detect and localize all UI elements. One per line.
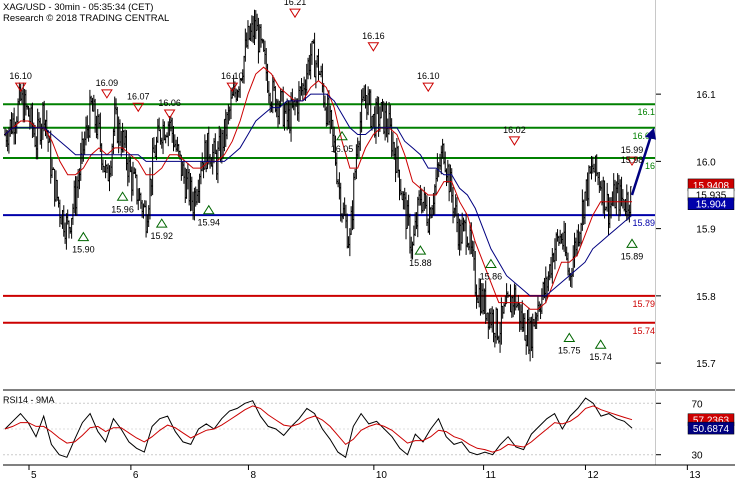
high-pivot-label: 16.16 <box>362 31 385 41</box>
low-pivot-label: 16.05 <box>331 144 354 154</box>
low-pivot-marker <box>336 130 348 141</box>
high-pivot-label: 16.10 <box>9 71 32 81</box>
y-tick-label: 15.7 <box>696 359 716 370</box>
y-tick-label: 16.0 <box>696 157 716 168</box>
price-badge-label: 15.904 <box>696 200 727 211</box>
low-pivot-marker <box>77 231 90 242</box>
level-label: 15.89 <box>632 218 655 228</box>
low-pivot-marker <box>414 245 427 255</box>
high-pivot-label: 16.07 <box>127 91 150 101</box>
low-pivot-marker <box>202 204 215 215</box>
high-pivot-label: 16.02 <box>503 125 526 135</box>
high-pivot-label: 16.10 <box>417 71 440 81</box>
chart-svg: 16.1 16.05 16 15.89 15.79 15.74 16.1 16.0 15.9 15… <box>3 0 735 480</box>
low-pivot-label: 15.86 <box>480 272 503 282</box>
low-pivot-label: 15.89 <box>621 251 644 261</box>
low-pivot-label: 15.90 <box>72 245 95 255</box>
level-label: 15.74 <box>632 326 655 336</box>
x-tick-label: 11 <box>486 470 497 480</box>
rsi-y-tick-label: 70 <box>691 399 703 410</box>
y-tick-label: 16.1 <box>696 90 716 101</box>
rsi-y-tick-label: 30 <box>691 451 703 462</box>
y-tick-label: 15.8 <box>696 292 716 303</box>
level-label: 16 <box>645 161 655 171</box>
high-pivot-marker <box>422 82 435 93</box>
low-pivot-marker <box>155 218 168 228</box>
high-pivot-marker <box>289 8 301 19</box>
x-tick-label: 8 <box>250 470 256 480</box>
high-pivot-marker <box>367 42 380 52</box>
high-pivot-marker <box>508 136 521 146</box>
x-tick-label: 12 <box>587 470 599 480</box>
forecast-target-label: 15.98 <box>621 155 644 165</box>
y-tick-label: 15.9 <box>696 225 716 236</box>
low-pivot-label: 15.94 <box>198 218 221 228</box>
x-tick-label: 6 <box>133 470 139 480</box>
low-pivot-label: 15.96 <box>111 204 134 214</box>
candles-group <box>4 9 632 362</box>
low-pivot-marker <box>594 339 607 349</box>
chart-root: XAG/USD - 30min - 05:35:34 (CET) Researc… <box>0 0 735 480</box>
high-pivot-label: 16.10 <box>221 71 244 81</box>
x-tick-label: 10 <box>376 470 388 480</box>
high-pivot-label: 16.21 <box>284 0 307 7</box>
low-pivot-marker <box>626 238 638 248</box>
level-label: 15.79 <box>632 299 655 309</box>
low-pivot-label: 15.75 <box>558 345 581 355</box>
high-pivot-label: 16.06 <box>158 98 181 108</box>
level-label: 16.1 <box>637 107 655 117</box>
low-pivot-marker <box>563 332 576 342</box>
low-pivot-label: 15.88 <box>409 258 432 268</box>
high-pivot-label: 16.09 <box>96 78 119 88</box>
high-pivot-marker <box>100 89 113 99</box>
low-pivot-marker <box>485 258 497 269</box>
x-tick-label: 13 <box>689 470 701 480</box>
rsi-badge-label: 50.6874 <box>693 424 730 435</box>
x-tick-label: 5 <box>31 470 37 480</box>
high-pivot-label: 15.99 <box>621 145 644 155</box>
low-pivot-label: 15.74 <box>589 352 612 362</box>
low-pivot-label: 15.92 <box>150 231 173 241</box>
low-pivot-marker <box>116 191 129 201</box>
